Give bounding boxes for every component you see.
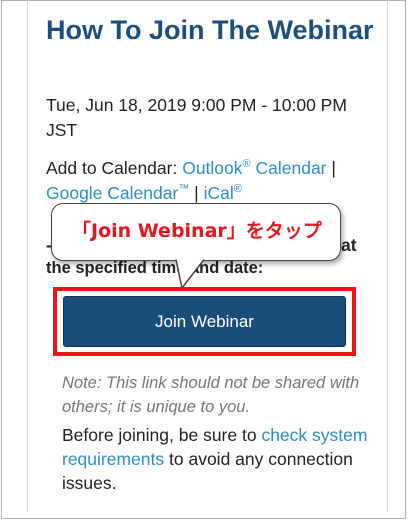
callout-pointer	[175, 258, 205, 290]
instruction-tail: at	[341, 235, 357, 255]
page-title: How To Join The Webinar	[46, 15, 374, 45]
before-joining-text: Before joining, be sure to check system …	[62, 425, 368, 493]
google-calendar-link[interactable]: Google Calendar™	[46, 183, 189, 203]
join-webinar-button[interactable]: Join Webinar	[63, 296, 346, 347]
calendar-separator: |	[326, 158, 336, 178]
column-border-right	[387, 0, 388, 512]
calendar-separator: |	[189, 183, 204, 203]
add-to-calendar: Add to Calendar: Outlook® Calendar | Goo…	[46, 156, 376, 206]
webinar-datetime: Tue, Jun 18, 2019 9:00 PM - 10:00 PM JST	[46, 95, 347, 140]
calendar-label: Add to Calendar:	[46, 158, 183, 178]
private-link-note: Note: This link should not be shared wit…	[62, 374, 360, 416]
callout-bubble: 「Join Webinar」をタップ	[51, 203, 341, 261]
outlook-calendar-link[interactable]: Outlook® Calendar	[182, 158, 326, 178]
column-border-left	[27, 0, 28, 512]
ical-link[interactable]: iCal®	[204, 183, 242, 203]
